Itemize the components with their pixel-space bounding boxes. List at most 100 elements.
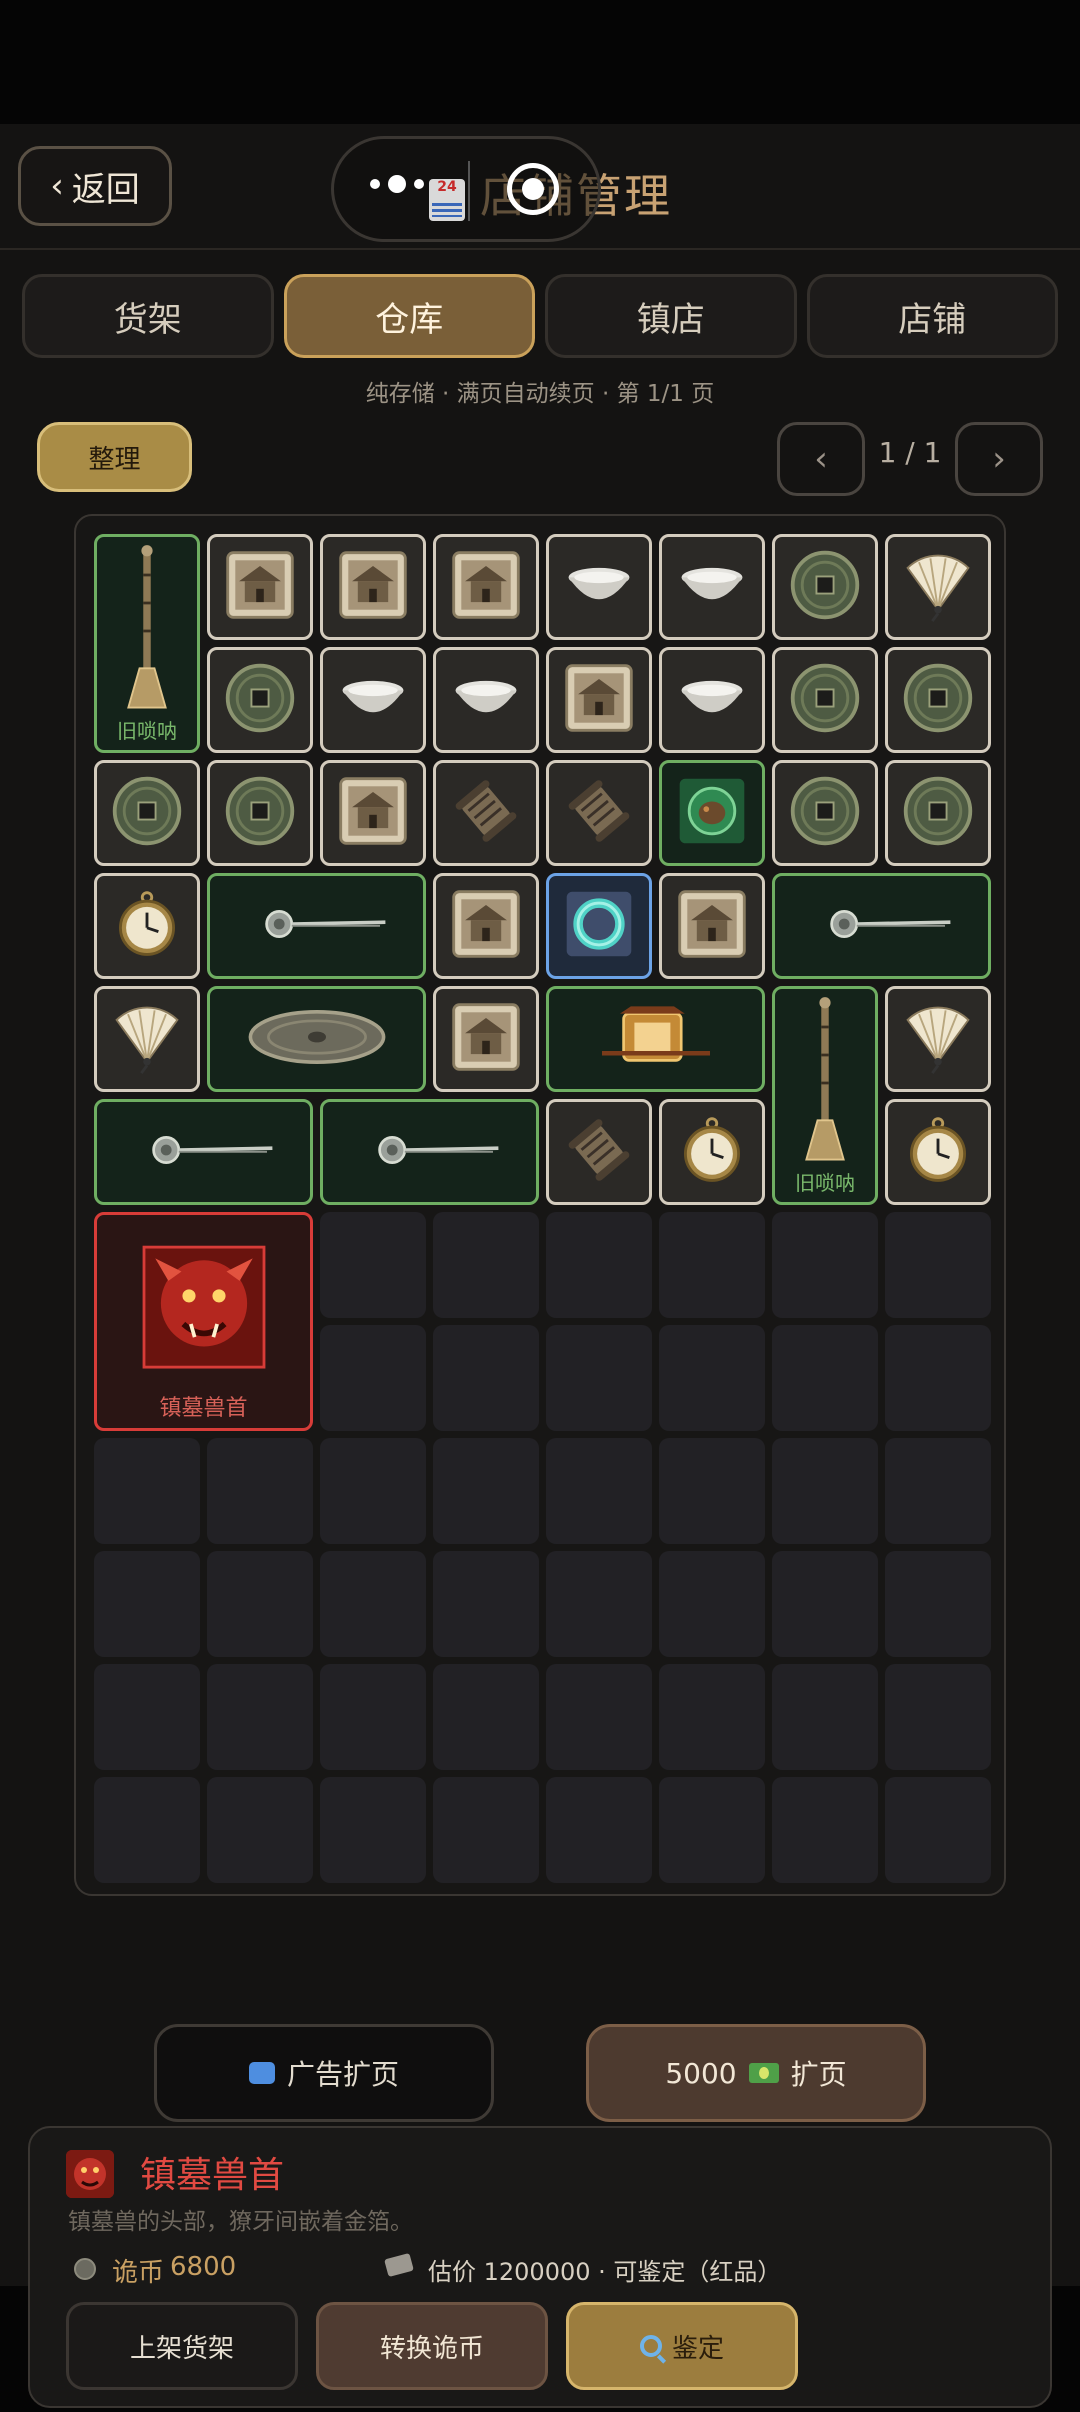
empty-slot[interactable] <box>659 1551 765 1657</box>
warehouse-item[interactable] <box>772 534 878 640</box>
empty-slot[interactable] <box>207 1438 313 1544</box>
empty-slot[interactable] <box>772 1325 878 1431</box>
warehouse-item[interactable] <box>546 534 652 640</box>
empty-slot[interactable] <box>433 1212 539 1318</box>
warehouse-item[interactable] <box>320 534 426 640</box>
warehouse-item[interactable] <box>207 986 426 1092</box>
more-icon[interactable] <box>370 175 424 193</box>
empty-slot[interactable] <box>885 1777 991 1883</box>
empty-slot[interactable] <box>94 1551 200 1657</box>
empty-slot[interactable] <box>320 1551 426 1657</box>
empty-slot[interactable] <box>320 1664 426 1770</box>
empty-slot[interactable] <box>320 1777 426 1883</box>
empty-slot[interactable] <box>433 1664 539 1770</box>
warehouse-item[interactable] <box>885 534 991 640</box>
warehouse-item[interactable] <box>546 1099 652 1205</box>
warehouse-item[interactable] <box>546 647 652 753</box>
next-page-button[interactable]: › <box>955 422 1043 496</box>
warehouse-item[interactable] <box>94 1099 313 1205</box>
empty-slot[interactable] <box>433 1325 539 1431</box>
empty-slot[interactable] <box>546 1438 652 1544</box>
empty-slot[interactable] <box>659 1438 765 1544</box>
appraise-button[interactable]: 鉴定 <box>566 2302 798 2390</box>
tab-warehouse[interactable]: 仓库 <box>283 274 535 358</box>
empty-slot[interactable] <box>94 1777 200 1883</box>
warehouse-item[interactable] <box>772 647 878 753</box>
empty-slot[interactable] <box>207 1777 313 1883</box>
empty-slot[interactable] <box>433 1551 539 1657</box>
empty-slot[interactable] <box>659 1212 765 1318</box>
close-miniprogram-icon[interactable] <box>507 163 559 215</box>
empty-slot[interactable] <box>546 1325 652 1431</box>
empty-slot[interactable] <box>885 1325 991 1431</box>
empty-slot[interactable] <box>659 1325 765 1431</box>
tab-shop[interactable]: 店铺 <box>806 274 1058 358</box>
empty-slot[interactable] <box>320 1212 426 1318</box>
warehouse-item[interactable] <box>433 534 539 640</box>
empty-slot[interactable] <box>94 1438 200 1544</box>
warehouse-item[interactable] <box>320 1099 539 1205</box>
warehouse-item[interactable] <box>546 873 652 979</box>
empty-slot[interactable] <box>207 1551 313 1657</box>
empty-slot[interactable] <box>885 1438 991 1544</box>
empty-slot[interactable] <box>772 1212 878 1318</box>
tab-shelf[interactable]: 货架 <box>22 274 274 358</box>
empty-slot[interactable] <box>772 1438 878 1544</box>
warehouse-item[interactable] <box>659 1099 765 1205</box>
empty-slot[interactable] <box>320 1438 426 1544</box>
back-button[interactable]: ‹ 返回 <box>18 146 172 226</box>
empty-slot[interactable] <box>772 1777 878 1883</box>
warehouse-item[interactable] <box>772 873 991 979</box>
warehouse-item[interactable] <box>94 873 200 979</box>
empty-slot[interactable] <box>320 1325 426 1431</box>
warehouse-item[interactable] <box>320 760 426 866</box>
empty-slot[interactable] <box>885 1664 991 1770</box>
list-on-shelf-button[interactable]: 上架货架 <box>66 2302 298 2390</box>
warehouse-item[interactable] <box>94 760 200 866</box>
warehouse-item[interactable] <box>659 873 765 979</box>
ad-expand-button[interactable]: 广告扩页 <box>154 2024 494 2122</box>
empty-slot[interactable] <box>659 1664 765 1770</box>
warehouse-item[interactable] <box>94 986 200 1092</box>
empty-slot[interactable] <box>772 1664 878 1770</box>
empty-slot[interactable] <box>94 1664 200 1770</box>
warehouse-item[interactable]: 镇墓兽首 <box>94 1212 313 1431</box>
empty-slot[interactable] <box>546 1777 652 1883</box>
warehouse-item[interactable] <box>433 760 539 866</box>
warehouse-item[interactable]: 旧唢呐 <box>94 534 200 753</box>
warehouse-item[interactable] <box>885 1099 991 1205</box>
warehouse-item[interactable] <box>885 986 991 1092</box>
warehouse-item[interactable] <box>885 760 991 866</box>
tab-treasure[interactable]: 镇店 <box>545 274 797 358</box>
warehouse-item[interactable] <box>659 534 765 640</box>
warehouse-item[interactable] <box>659 760 765 866</box>
warehouse-item[interactable] <box>320 647 426 753</box>
warehouse-item[interactable] <box>433 986 539 1092</box>
prev-page-button[interactable]: ‹ <box>777 422 865 496</box>
warehouse-item[interactable] <box>207 647 313 753</box>
empty-slot[interactable] <box>546 1551 652 1657</box>
warehouse-item[interactable]: 旧唢呐 <box>772 986 878 1205</box>
warehouse-item[interactable] <box>207 534 313 640</box>
empty-slot[interactable] <box>207 1664 313 1770</box>
warehouse-item[interactable] <box>433 873 539 979</box>
empty-slot[interactable] <box>772 1551 878 1657</box>
warehouse-item[interactable] <box>433 647 539 753</box>
buy-expand-button[interactable]: 5000 扩页 <box>586 2024 926 2122</box>
empty-slot[interactable] <box>433 1777 539 1883</box>
sort-button[interactable]: 整理 <box>37 422 192 492</box>
empty-slot[interactable] <box>546 1212 652 1318</box>
warehouse-item[interactable] <box>885 647 991 753</box>
empty-slot[interactable] <box>433 1438 539 1544</box>
warehouse-item[interactable] <box>772 760 878 866</box>
warehouse-item[interactable] <box>546 986 765 1092</box>
empty-slot[interactable] <box>546 1664 652 1770</box>
warehouse-item[interactable] <box>659 647 765 753</box>
empty-slot[interactable] <box>659 1777 765 1883</box>
warehouse-item[interactable] <box>546 760 652 866</box>
warehouse-item[interactable] <box>207 760 313 866</box>
warehouse-item[interactable] <box>207 873 426 979</box>
empty-slot[interactable] <box>885 1551 991 1657</box>
convert-coin-button[interactable]: 转换诡币 <box>316 2302 548 2390</box>
empty-slot[interactable] <box>885 1212 991 1318</box>
